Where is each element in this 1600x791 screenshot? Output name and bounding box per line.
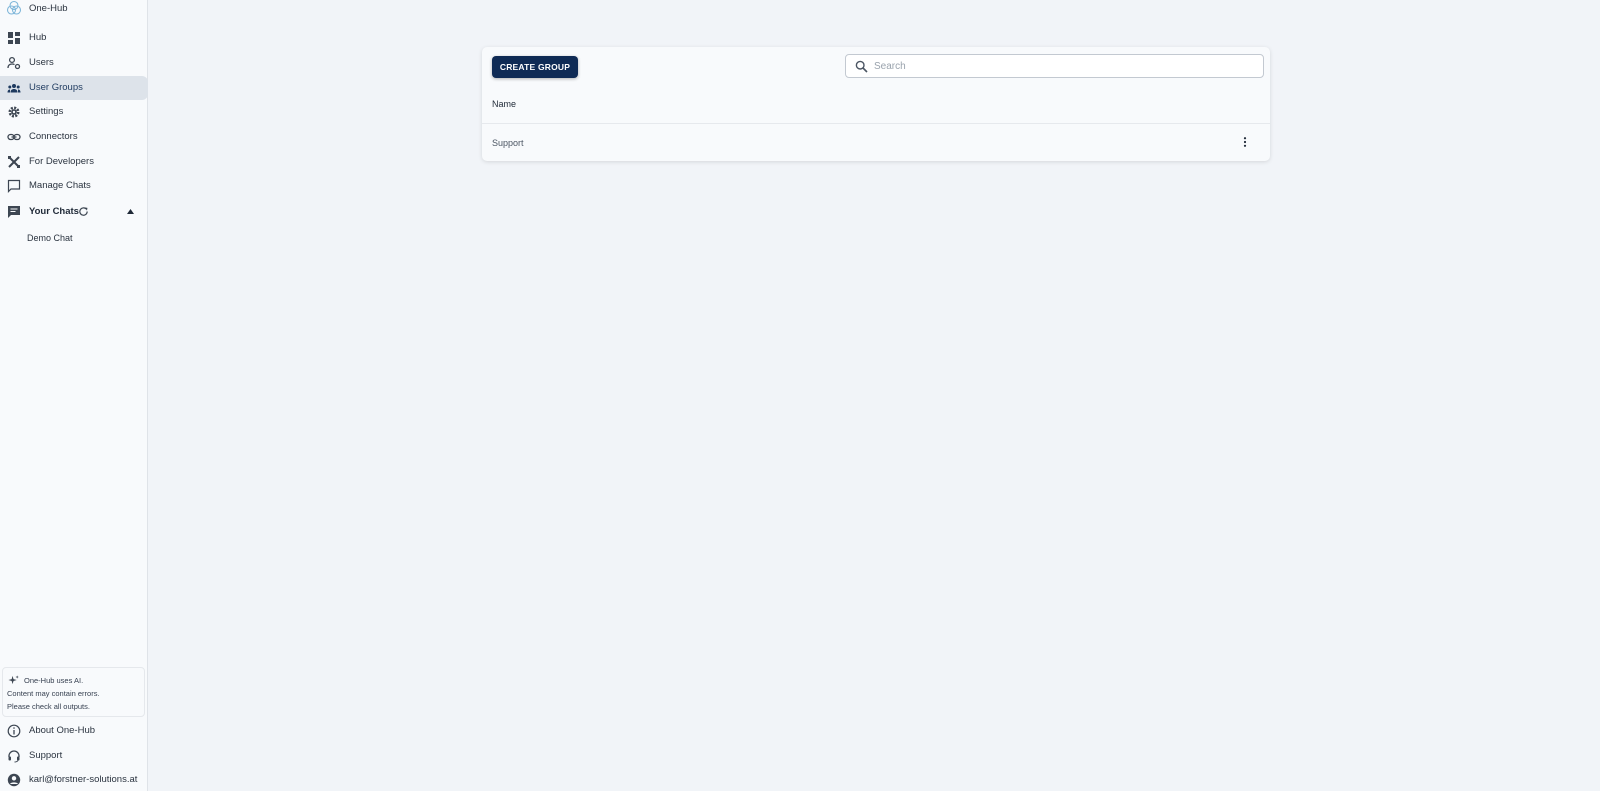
ai-notice-line: Content may contain errors. xyxy=(7,689,100,698)
sidebar-item-settings[interactable]: Settings xyxy=(0,100,148,124)
ai-notice-line: Please check all outputs. xyxy=(7,702,90,711)
sidebar-item-label: Support xyxy=(29,750,63,761)
search-field[interactable] xyxy=(845,54,1264,78)
ai-notice: One-Hub uses AI. Content may contain err… xyxy=(2,667,145,717)
one-hub-logo-icon xyxy=(6,0,22,15)
sidebar-item-support[interactable]: Support xyxy=(0,744,148,768)
sidebar-item-for-developers[interactable]: For Developers xyxy=(0,150,148,174)
chat-icon xyxy=(8,206,20,218)
sidebar-item-user-groups[interactable]: User Groups xyxy=(0,76,148,100)
search-input[interactable] xyxy=(874,58,1254,74)
chat-item[interactable]: Demo Chat xyxy=(27,233,73,243)
info-icon xyxy=(7,724,21,738)
create-group-button[interactable]: CREATE GROUP xyxy=(492,56,578,78)
developer-tools-icon xyxy=(8,156,20,168)
sidebar-item-label: For Developers xyxy=(29,156,94,167)
sidebar-item-label: Users xyxy=(29,57,54,68)
sidebar: One-Hub Hub Users User Groups Settings C… xyxy=(0,0,148,791)
sidebar-item-account[interactable]: karl@forstner-solutions.at xyxy=(0,768,148,791)
sidebar-item-label: About One-Hub xyxy=(29,725,96,736)
sidebar-item-label: Manage Chats xyxy=(29,180,91,191)
sidebar-item-manage-chats[interactable]: Manage Chats xyxy=(0,174,148,198)
your-chats-header[interactable]: Your Chats xyxy=(0,200,148,224)
sidebar-item-users[interactable]: Users xyxy=(0,51,148,75)
sidebar-item-hub[interactable]: Hub xyxy=(0,26,148,50)
user-groups-card: CREATE GROUP Name Support xyxy=(482,47,1270,161)
dashboard-icon xyxy=(8,32,20,44)
main-content: CREATE GROUP Name Support xyxy=(148,0,1600,791)
sidebar-item-label: Hub xyxy=(29,32,47,43)
ai-notice-line: One-Hub uses AI. xyxy=(24,676,84,685)
more-vertical-icon[interactable] xyxy=(1239,136,1251,148)
sidebar-item-label: Settings xyxy=(29,106,64,117)
chevron-up-icon[interactable] xyxy=(127,209,134,214)
refresh-icon[interactable] xyxy=(78,206,89,217)
chat-bubble-icon xyxy=(7,179,21,193)
account-email: karl@forstner-solutions.at xyxy=(29,774,138,785)
sidebar-item-about[interactable]: About One-Hub xyxy=(0,719,148,743)
brand[interactable]: One-Hub xyxy=(0,0,148,18)
account-icon xyxy=(7,773,21,787)
groups-icon xyxy=(7,84,21,93)
sidebar-item-connectors[interactable]: Connectors xyxy=(0,125,148,149)
group-name: Support xyxy=(492,138,524,148)
sparkle-icon xyxy=(8,675,19,685)
gear-icon xyxy=(8,106,20,118)
user-settings-icon xyxy=(7,56,21,70)
your-chats-label: Your Chats xyxy=(29,206,79,217)
column-header-name[interactable]: Name xyxy=(492,99,516,109)
brand-name: One-Hub xyxy=(29,3,68,14)
table-row[interactable]: Support xyxy=(482,124,1270,161)
link-icon xyxy=(7,133,21,141)
sidebar-item-label: Connectors xyxy=(29,131,78,142)
headset-icon xyxy=(8,750,20,763)
sidebar-item-label: User Groups xyxy=(29,82,83,93)
search-icon xyxy=(855,60,868,73)
